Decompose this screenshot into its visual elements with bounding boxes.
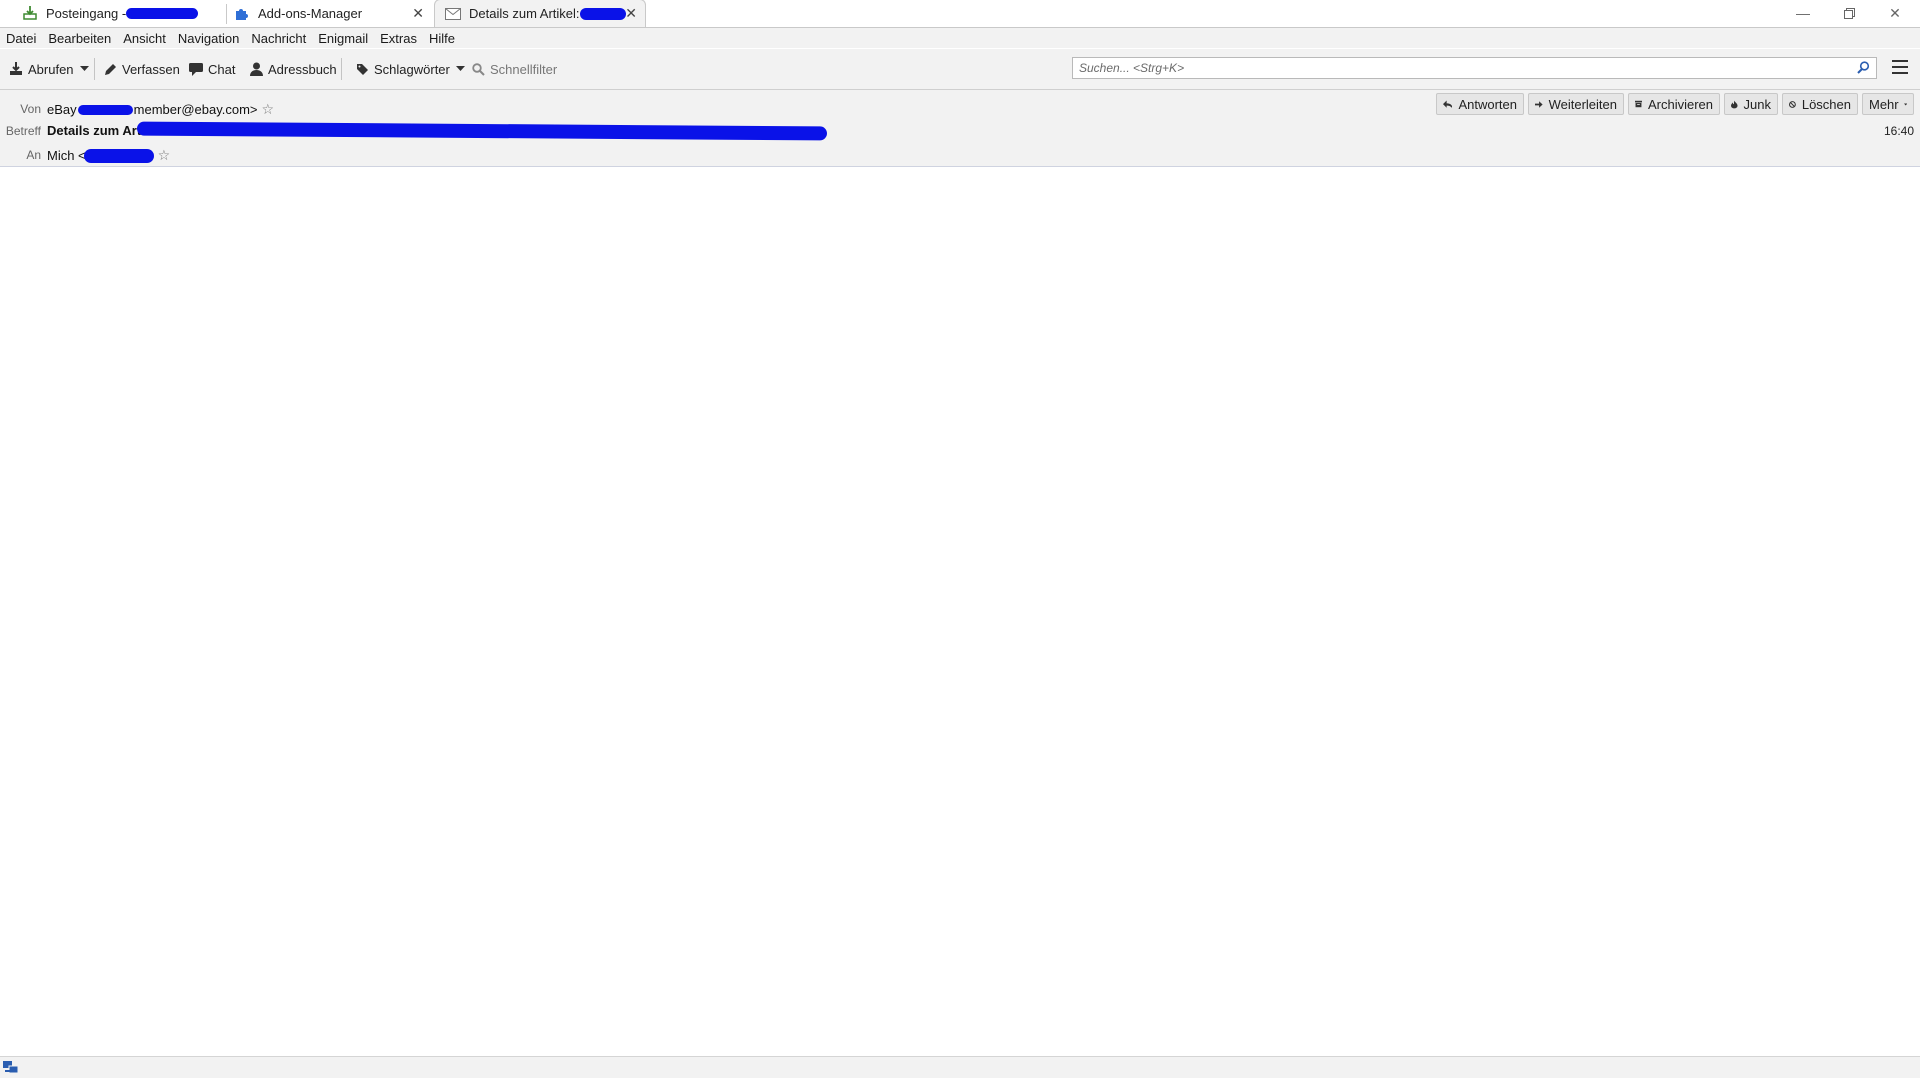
message-body[interactable] bbox=[0, 167, 1920, 1055]
status-bar bbox=[0, 1056, 1920, 1078]
reply-label: Antworten bbox=[1458, 96, 1517, 112]
delete-circle-icon bbox=[1789, 100, 1796, 108]
archive-button[interactable]: Archivieren bbox=[1628, 93, 1720, 115]
get-mail-button[interactable]: Abrufen bbox=[9, 59, 74, 79]
tab-inbox[interactable]: Posteingang - bbox=[22, 0, 222, 26]
compose-label: Verfassen bbox=[122, 61, 180, 77]
delete-button[interactable]: Löschen bbox=[1782, 93, 1858, 115]
pencil-icon bbox=[105, 63, 116, 75]
tab-message-details[interactable]: Details zum Artikel: ✕ bbox=[434, 0, 646, 27]
to-name: Mich < bbox=[47, 148, 86, 163]
star-icon[interactable]: ☆ bbox=[158, 147, 171, 164]
tags-label: Schlagwörter bbox=[374, 61, 450, 77]
menu-bar: Datei Bearbeiten Ansicht Navigation Nach… bbox=[0, 28, 1920, 48]
search-input[interactable]: Suchen... <Strg+K> bbox=[1072, 57, 1877, 79]
subject-text: Details zum Arti bbox=[47, 123, 145, 138]
delete-label: Löschen bbox=[1801, 96, 1851, 112]
restore-icon[interactable] bbox=[1826, 0, 1872, 26]
address-book-button[interactable]: Adressbuch bbox=[250, 59, 337, 79]
archive-box-icon bbox=[1635, 100, 1642, 108]
tag-icon bbox=[357, 63, 368, 75]
person-icon bbox=[250, 62, 263, 76]
chat-button[interactable]: Chat bbox=[189, 59, 235, 79]
message-time: 16:40 bbox=[1883, 124, 1914, 138]
menu-enigmail[interactable]: Enigmail bbox=[318, 31, 368, 46]
menu-datei[interactable]: Datei bbox=[6, 31, 36, 46]
compose-button[interactable]: Verfassen bbox=[104, 59, 180, 79]
redaction-mark bbox=[579, 7, 626, 20]
from-name: eBay bbox=[47, 102, 77, 117]
tab-bar: Posteingang - Add-ons-Manager ✕ Details … bbox=[0, 0, 1920, 28]
online-status-icon[interactable] bbox=[3, 1061, 19, 1077]
inbox-download-icon bbox=[22, 5, 38, 21]
search-icon[interactable] bbox=[1857, 61, 1870, 77]
reply-arrow-icon bbox=[1443, 100, 1453, 108]
tab-label: Posteingang - bbox=[46, 5, 127, 21]
close-icon[interactable]: ✕ bbox=[625, 5, 637, 22]
redaction-mark bbox=[83, 148, 154, 163]
chat-bubble-icon bbox=[189, 62, 203, 76]
junk-button[interactable]: Junk bbox=[1724, 93, 1778, 115]
menu-navigation[interactable]: Navigation bbox=[178, 31, 239, 46]
search-icon bbox=[472, 62, 485, 76]
from-label: Von bbox=[20, 102, 41, 116]
junk-flame-icon bbox=[1731, 100, 1738, 108]
redaction-mark bbox=[136, 121, 827, 140]
menu-extras[interactable]: Extras bbox=[380, 31, 417, 46]
minimize-icon[interactable]: — bbox=[1780, 0, 1826, 26]
star-icon[interactable]: ☆ bbox=[262, 101, 275, 118]
toolbar-separator bbox=[94, 58, 95, 80]
tab-label: Details zum Artikel: bbox=[469, 6, 580, 21]
hamburger-menu-icon[interactable] bbox=[1892, 60, 1908, 77]
get-mail-label: Abrufen bbox=[28, 61, 74, 77]
redaction-mark bbox=[77, 104, 133, 115]
menu-ansicht[interactable]: Ansicht bbox=[123, 31, 166, 46]
chevron-down-icon bbox=[455, 66, 465, 71]
from-value[interactable]: eBay member@ebay.com> ☆ bbox=[47, 101, 274, 118]
more-label: Mehr bbox=[1869, 96, 1899, 112]
menu-bearbeiten[interactable]: Bearbeiten bbox=[48, 31, 111, 46]
search-placeholder: Suchen... <Strg+K> bbox=[1079, 61, 1185, 75]
subject-label: Betreff bbox=[5, 124, 41, 138]
junk-label: Junk bbox=[1743, 96, 1771, 112]
quick-filter-label: Schnellfilter bbox=[490, 61, 558, 77]
archive-label: Archivieren bbox=[1647, 96, 1713, 112]
menu-hilfe[interactable]: Hilfe bbox=[429, 31, 455, 46]
address-book-label: Adressbuch bbox=[268, 61, 337, 77]
chat-label: Chat bbox=[208, 61, 236, 77]
tags-button[interactable]: Schlagwörter bbox=[356, 59, 470, 79]
chevron-down-icon bbox=[80, 66, 89, 71]
menu-nachricht[interactable]: Nachricht bbox=[251, 31, 306, 46]
subject-value: Details zum Arti bbox=[47, 121, 827, 140]
more-button[interactable]: Mehr bbox=[1862, 93, 1914, 115]
quick-filter-button[interactable]: Schnellfilter bbox=[472, 59, 557, 79]
toolbar-separator bbox=[341, 58, 342, 80]
redaction-mark bbox=[126, 7, 199, 19]
tab-addons-manager[interactable]: Add-ons-Manager ✕ bbox=[234, 0, 432, 26]
get-mail-dropdown[interactable] bbox=[80, 59, 94, 79]
forward-label: Weiterleiten bbox=[1548, 96, 1617, 112]
to-value[interactable]: Mich < ☆ bbox=[47, 147, 170, 164]
from-address: member@ebay.com> bbox=[133, 102, 258, 117]
forward-arrow-icon bbox=[1535, 100, 1543, 108]
close-icon[interactable]: ✕ bbox=[412, 5, 424, 22]
chevron-down-icon bbox=[1903, 102, 1907, 106]
tab-separator bbox=[226, 4, 227, 24]
message-header: Von eBay member@ebay.com> ☆ Betreff Deta… bbox=[0, 90, 1920, 167]
tab-label: Add-ons-Manager bbox=[258, 5, 363, 21]
to-label: An bbox=[26, 148, 41, 162]
forward-button[interactable]: Weiterleiten bbox=[1528, 93, 1624, 115]
download-icon bbox=[10, 62, 22, 75]
window-close-icon[interactable]: ✕ bbox=[1872, 0, 1918, 26]
reply-button[interactable]: Antworten bbox=[1436, 93, 1524, 115]
envelope-icon bbox=[445, 6, 461, 22]
puzzle-piece-icon bbox=[234, 5, 250, 21]
main-toolbar: Abrufen Verfassen Chat Adressbuch Schlag… bbox=[0, 49, 1920, 90]
